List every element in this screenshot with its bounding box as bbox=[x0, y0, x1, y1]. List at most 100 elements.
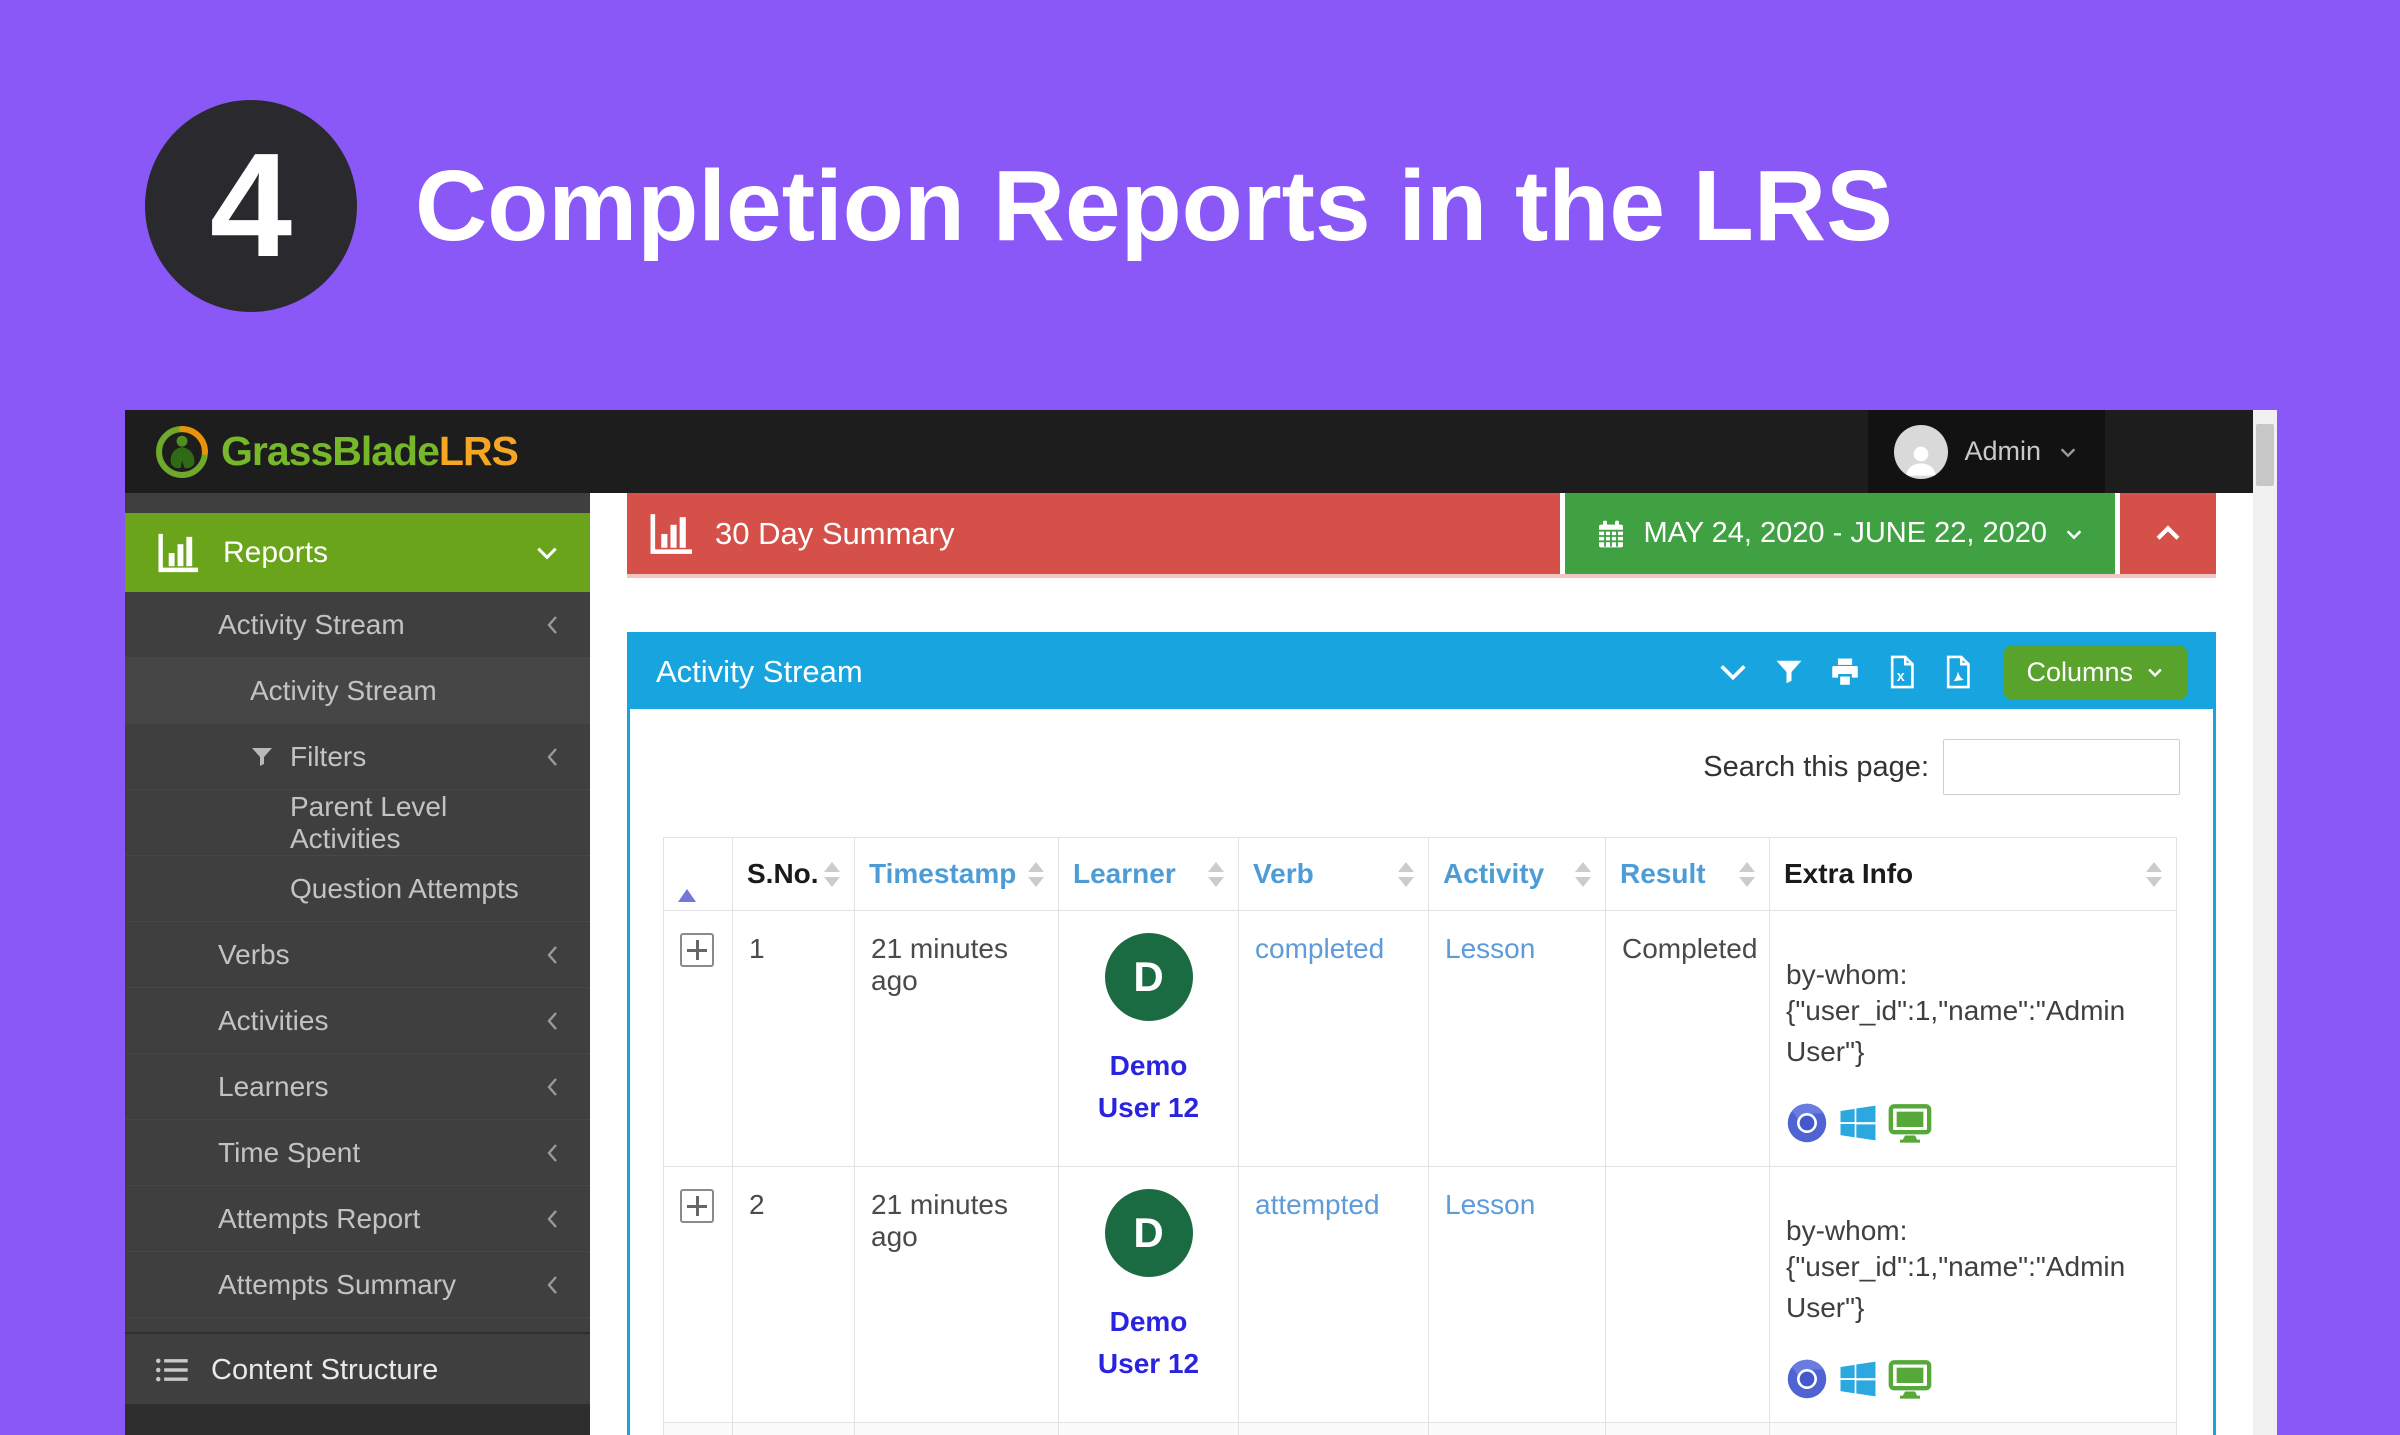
columns-button[interactable]: Columns bbox=[2004, 646, 2187, 699]
activity-link[interactable]: Lesson bbox=[1445, 1189, 1535, 1220]
expand-row-button[interactable] bbox=[680, 1189, 714, 1223]
verb-cell: completed bbox=[1239, 911, 1429, 1167]
sort-arrows-icon bbox=[1398, 862, 1414, 887]
panel-header: Activity Stream bbox=[630, 635, 2213, 709]
collapse-panel-button[interactable] bbox=[1716, 655, 1750, 689]
brand-name-green: GrassBlade bbox=[221, 428, 439, 474]
verb-link[interactable]: attempted bbox=[1255, 1189, 1380, 1220]
filter-button[interactable] bbox=[1774, 657, 1804, 687]
expand-cell bbox=[664, 1167, 733, 1423]
search-input[interactable] bbox=[1943, 739, 2180, 795]
chevron-left-icon bbox=[544, 1272, 560, 1298]
sidebar-item-label: Attempts Report bbox=[218, 1203, 420, 1235]
chevron-down-icon bbox=[534, 540, 560, 566]
header-sort-indicator[interactable] bbox=[664, 838, 733, 911]
collapse-button[interactable] bbox=[2120, 493, 2216, 574]
sidebar-item-content-structure[interactable]: Content Structure bbox=[125, 1336, 590, 1406]
sidebar-item-reports[interactable]: Reports bbox=[125, 513, 590, 592]
monitor-icon bbox=[1888, 1103, 1932, 1143]
grassblade-logo-icon bbox=[153, 423, 211, 481]
sidebar-item-label: Time Spent bbox=[218, 1137, 360, 1169]
sidebar: Reports Activity Stream Activity Stream … bbox=[125, 493, 590, 1435]
verb-link[interactable]: completed bbox=[1255, 933, 1384, 964]
expand-row-button[interactable] bbox=[680, 933, 714, 967]
sidebar-item-time-spent[interactable]: Time Spent bbox=[125, 1120, 590, 1186]
sidebar-item-learners[interactable]: Learners bbox=[125, 1054, 590, 1120]
summary-bar: 30 Day Summary MAY 24, 2020 - JUNE 22, 2… bbox=[627, 493, 2216, 578]
excel-file-icon: x bbox=[1886, 655, 1918, 689]
export-excel-button[interactable]: x bbox=[1886, 655, 1918, 689]
calendar-icon bbox=[1595, 518, 1627, 550]
learner-link[interactable]: Demo User 12 bbox=[1075, 1045, 1222, 1129]
sidebar-item-activity-stream-sub[interactable]: Activity Stream bbox=[125, 658, 590, 724]
export-pdf-button[interactable] bbox=[1942, 655, 1974, 689]
list-icon bbox=[155, 1356, 189, 1384]
date-range-label: MAY 24, 2020 - JUNE 22, 2020 bbox=[1643, 517, 2047, 550]
avatar bbox=[1894, 425, 1948, 479]
header-verb[interactable]: Verb bbox=[1239, 838, 1429, 911]
sidebar-item-attempts-report[interactable]: Attempts Report bbox=[125, 1186, 590, 1252]
header-result[interactable]: Result bbox=[1606, 838, 1770, 911]
sorted-ascending-icon bbox=[678, 858, 696, 902]
page-title: Completion Reports in the LRS bbox=[415, 149, 1893, 264]
scrollbar-thumb[interactable] bbox=[2256, 424, 2274, 486]
lrs-window: GrassBladeLRS Admin bbox=[125, 410, 2277, 1435]
sidebar-item-verbs[interactable]: Verbs bbox=[125, 922, 590, 988]
header-learner[interactable]: Learner bbox=[1059, 838, 1239, 911]
chevron-up-icon bbox=[2151, 517, 2185, 551]
header-activity[interactable]: Activity bbox=[1429, 838, 1606, 911]
step-number: 4 bbox=[210, 121, 292, 291]
sidebar-item-label: Activity Stream bbox=[250, 675, 437, 707]
sort-arrows-icon bbox=[1208, 862, 1224, 887]
learner-avatar: D bbox=[1105, 933, 1193, 1021]
printer-icon bbox=[1828, 655, 1862, 689]
summary-title: 30 Day Summary bbox=[715, 516, 954, 552]
sort-arrows-icon bbox=[824, 862, 840, 887]
sidebar-item-attempts-summary[interactable]: Attempts Summary bbox=[125, 1252, 590, 1318]
sidebar-item-label: Activity Stream bbox=[218, 609, 405, 641]
sort-arrows-icon bbox=[1028, 862, 1044, 887]
chrome-icon bbox=[1786, 1358, 1828, 1400]
window-scrollbar bbox=[2253, 410, 2277, 1435]
sort-arrows-icon bbox=[2146, 862, 2162, 887]
learner-link[interactable]: Demo User 12 bbox=[1075, 1301, 1222, 1385]
sidebar-item-label: Attempts Summary bbox=[218, 1269, 456, 1301]
sort-arrows-icon bbox=[1575, 862, 1591, 887]
bar-chart-icon bbox=[649, 511, 695, 557]
header-timestamp[interactable]: Timestamp bbox=[855, 838, 1059, 911]
activity-stream-table: S.No. Timestamp Learner Verb Activity Re… bbox=[663, 837, 2177, 1435]
timestamp-cell: 21 minutes ago bbox=[855, 911, 1059, 1167]
activity-link[interactable]: Lesson bbox=[1445, 933, 1535, 964]
print-button[interactable] bbox=[1828, 655, 1862, 689]
sidebar-item-label: Question Attempts bbox=[290, 873, 519, 905]
windows-icon bbox=[1838, 1103, 1878, 1143]
sidebar-item-parent-level-activities[interactable]: Parent Level Activities bbox=[125, 790, 590, 856]
header-extra-info[interactable]: Extra Info bbox=[1770, 838, 2177, 911]
user-menu[interactable]: Admin bbox=[1868, 410, 2105, 493]
windows-icon bbox=[1838, 1359, 1878, 1399]
sidebar-item-label: Learners bbox=[218, 1071, 329, 1103]
grassblade-logo[interactable]: GrassBladeLRS bbox=[125, 423, 518, 481]
chevron-down-icon bbox=[2063, 523, 2085, 545]
bar-chart-icon bbox=[157, 531, 201, 575]
chevron-left-icon bbox=[544, 942, 560, 968]
activity-cell: Lesson bbox=[1429, 911, 1606, 1167]
date-range-button[interactable]: MAY 24, 2020 - JUNE 22, 2020 bbox=[1560, 493, 2120, 574]
sidebar-item-question-attempts[interactable]: Question Attempts bbox=[125, 856, 590, 922]
sidebar-item-activity-stream[interactable]: Activity Stream bbox=[125, 592, 590, 658]
sort-arrows-icon bbox=[1739, 862, 1755, 887]
chevron-down-icon bbox=[2057, 441, 2079, 463]
sno-cell: 1 bbox=[733, 911, 855, 1167]
sidebar-item-filters[interactable]: Filters bbox=[125, 724, 590, 790]
learner-avatar: D bbox=[1105, 1189, 1193, 1277]
result-cell bbox=[1606, 1167, 1770, 1423]
sidebar-divider bbox=[125, 1332, 590, 1334]
pdf-file-icon bbox=[1942, 655, 1974, 689]
search-label: Search this page: bbox=[1703, 751, 1929, 784]
sidebar-item-label: Activities bbox=[218, 1005, 328, 1037]
sidebar-item-activities[interactable]: Activities bbox=[125, 988, 590, 1054]
header-sno[interactable]: S.No. bbox=[733, 838, 855, 911]
chevron-left-icon bbox=[544, 1074, 560, 1100]
chevron-left-icon bbox=[544, 1140, 560, 1166]
sidebar-reports-label: Reports bbox=[223, 536, 328, 570]
